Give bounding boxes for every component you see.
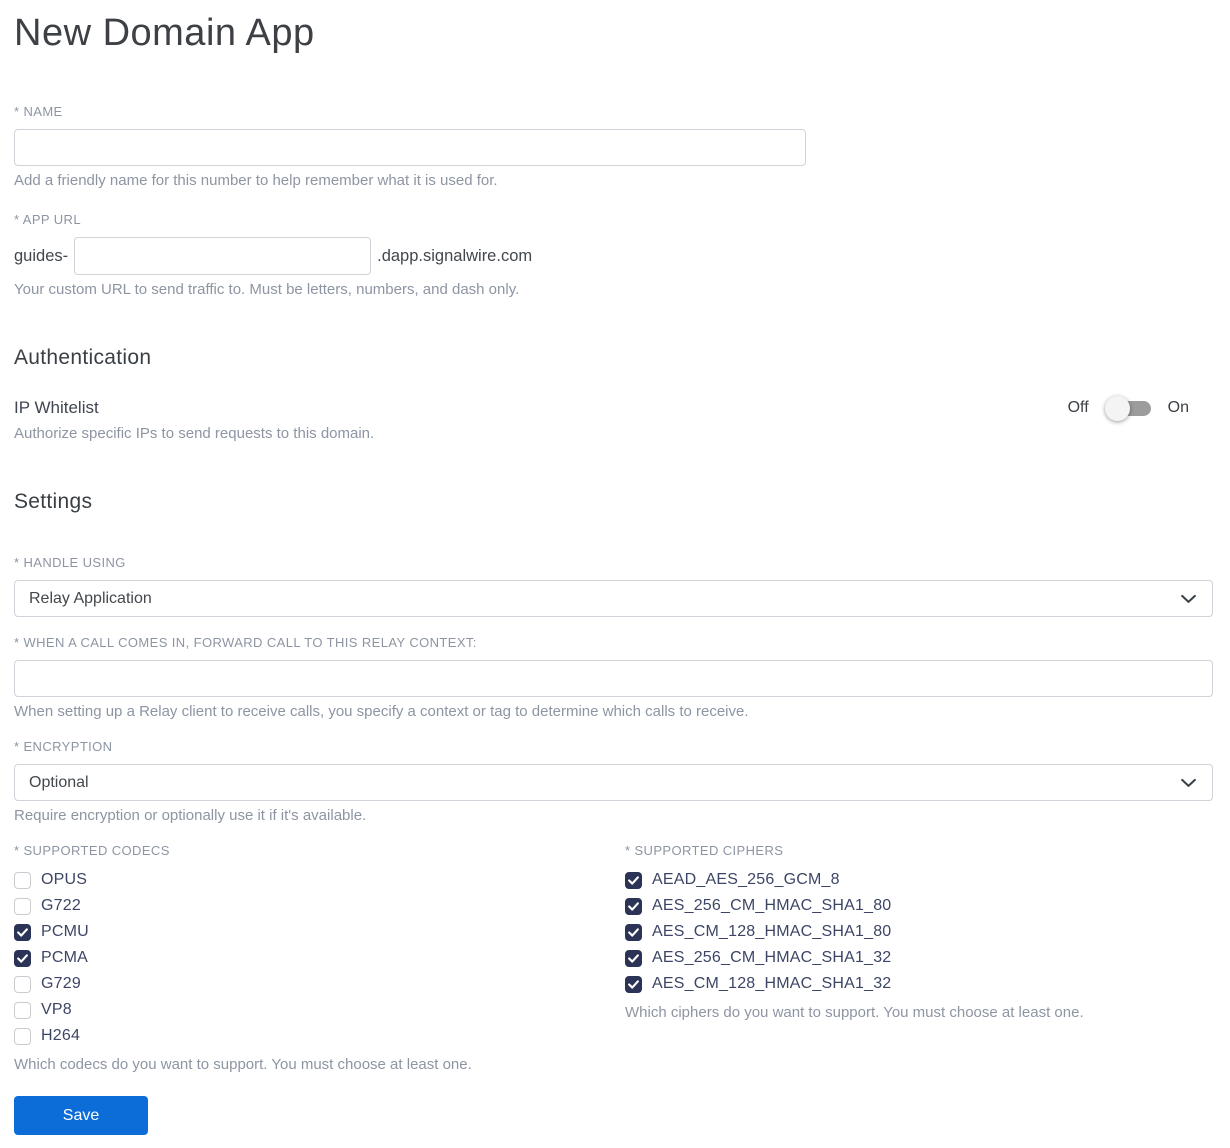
codec-checkbox-g722[interactable] <box>14 897 31 915</box>
cipher-checkbox-aes_256_cm_hmac_sha1_80[interactable] <box>625 897 642 915</box>
codecs-check-list: OPUS G722 PCMU PCMA G729 VP8 H264 <box>14 867 625 1049</box>
relay-context-help-text: When setting up a Relay client to receiv… <box>14 703 749 720</box>
relay-context-group: * WHEN A CALL COMES IN, FORWARD CALL TO … <box>14 635 1213 721</box>
handle-using-group: * HANDLE USING Relay Application <box>14 555 1213 617</box>
check-icon <box>628 953 639 963</box>
name-help-text: Add a friendly name for this number to h… <box>14 172 498 189</box>
supported-ciphers-group: * SUPPORTED CIPHERS AEAD_AES_256_GCM_8 A… <box>625 843 1213 1074</box>
toggle-knob <box>1104 395 1130 421</box>
checkbox-row: PCMA <box>14 945 625 971</box>
handle-using-label: * HANDLE USING <box>14 555 126 570</box>
checkbox-row: PCMU <box>14 919 625 945</box>
checkbox-row: AEAD_AES_256_GCM_8 <box>625 867 1213 893</box>
checkbox-label: AES_256_CM_HMAC_SHA1_80 <box>652 897 892 914</box>
checkbox-label: PCMU <box>41 923 89 940</box>
checkbox-row: OPUS <box>14 867 625 893</box>
codec-checkbox-pcma[interactable] <box>14 949 31 967</box>
codecs-help-text: Which codecs do you want to support. You… <box>14 1056 472 1073</box>
ip-whitelist-toggle[interactable] <box>1104 395 1151 421</box>
encryption-value: Optional <box>29 773 89 791</box>
checkbox-label: AES_CM_128_HMAC_SHA1_32 <box>652 975 892 992</box>
toggle-on-label: On <box>1167 399 1189 416</box>
handle-using-value: Relay Application <box>29 589 152 607</box>
app-url-prefix: guides- <box>14 246 69 265</box>
codec-checkbox-opus[interactable] <box>14 871 31 889</box>
check-icon <box>628 901 639 911</box>
checkbox-row: AES_CM_128_HMAC_SHA1_80 <box>625 919 1213 945</box>
app-url-suffix: .dapp.signalwire.com <box>377 246 533 265</box>
checkbox-label: OPUS <box>41 871 88 888</box>
supported-ciphers-label: * SUPPORTED CIPHERS <box>625 843 784 858</box>
codec-checkbox-vp8[interactable] <box>14 1001 31 1019</box>
codec-checkbox-h264[interactable] <box>14 1027 31 1045</box>
name-input[interactable] <box>14 129 806 166</box>
settings-heading: Settings <box>14 490 93 513</box>
checkbox-label: H264 <box>41 1027 81 1044</box>
supported-codecs-group: * SUPPORTED CODECS OPUS G722 PCMU PCMA G… <box>14 843 625 1074</box>
check-icon <box>628 927 639 937</box>
supported-codecs-label: * SUPPORTED CODECS <box>14 843 170 858</box>
codec-checkbox-g729[interactable] <box>14 975 31 993</box>
ciphers-check-list: AEAD_AES_256_GCM_8 AES_256_CM_HMAC_SHA1_… <box>625 867 1213 997</box>
checkbox-label: G729 <box>41 975 81 992</box>
check-icon <box>628 875 639 885</box>
page-title: New Domain App <box>14 12 315 54</box>
check-icon <box>628 979 639 989</box>
checkbox-row: VP8 <box>14 997 625 1023</box>
checkbox-label: G722 <box>41 897 81 914</box>
save-button[interactable]: Save <box>14 1096 148 1135</box>
codec-checkbox-pcmu[interactable] <box>14 923 31 941</box>
checkbox-row: AES_256_CM_HMAC_SHA1_80 <box>625 893 1213 919</box>
chevron-down-icon <box>1181 594 1196 603</box>
app-url-help-text: Your custom URL to send traffic to. Must… <box>14 281 520 298</box>
handle-using-select[interactable]: Relay Application <box>14 580 1213 617</box>
encryption-group: * ENCRYPTION Optional Require encryption… <box>14 739 1213 825</box>
checkbox-label: AES_256_CM_HMAC_SHA1_32 <box>652 949 892 966</box>
toggle-off-label: Off <box>1067 399 1089 416</box>
checkbox-row: AES_CM_128_HMAC_SHA1_32 <box>625 971 1213 997</box>
app-url-input[interactable] <box>74 237 372 275</box>
relay-context-label: * WHEN A CALL COMES IN, FORWARD CALL TO … <box>14 635 477 650</box>
relay-context-input[interactable] <box>14 660 1213 697</box>
ciphers-help-text: Which ciphers do you want to support. Yo… <box>625 1004 1084 1021</box>
authentication-heading: Authentication <box>14 346 152 369</box>
app-url-label: * APP URL <box>14 212 81 227</box>
checkbox-row: H264 <box>14 1023 625 1049</box>
app-url-field-group: * APP URL guides- .dapp.signalwire.com Y… <box>14 212 1213 299</box>
checkbox-label: VP8 <box>41 1001 72 1018</box>
check-icon <box>17 927 28 937</box>
checkbox-row: AES_256_CM_HMAC_SHA1_32 <box>625 945 1213 971</box>
checkbox-row: G729 <box>14 971 625 997</box>
cipher-checkbox-aes_cm_128_hmac_sha1_32[interactable] <box>625 975 642 993</box>
chevron-down-icon <box>1181 778 1196 787</box>
encryption-select[interactable]: Optional <box>14 764 1213 801</box>
checkbox-label: AES_CM_128_HMAC_SHA1_80 <box>652 923 892 940</box>
name-field-group: * NAME Add a friendly name for this numb… <box>14 104 1213 190</box>
name-label: * NAME <box>14 104 63 119</box>
cipher-checkbox-aes_cm_128_hmac_sha1_80[interactable] <box>625 923 642 941</box>
ip-whitelist-help-text: Authorize specific IPs to send requests … <box>14 425 375 442</box>
ip-whitelist-row: IP Whitelist Authorize specific IPs to s… <box>14 395 1213 443</box>
checkbox-row: G722 <box>14 893 625 919</box>
encryption-label: * ENCRYPTION <box>14 739 113 754</box>
new-domain-app-form: New Domain App * NAME Add a friendly nam… <box>0 0 1230 1148</box>
ip-whitelist-label: IP Whitelist <box>14 398 99 417</box>
check-icon <box>17 953 28 963</box>
cipher-checkbox-aes_256_cm_hmac_sha1_32[interactable] <box>625 949 642 967</box>
checkbox-label: PCMA <box>41 949 89 966</box>
checkbox-label: AEAD_AES_256_GCM_8 <box>652 871 840 888</box>
encryption-help-text: Require encryption or optionally use it … <box>14 807 367 824</box>
cipher-checkbox-aead_aes_256_gcm_8[interactable] <box>625 871 642 889</box>
